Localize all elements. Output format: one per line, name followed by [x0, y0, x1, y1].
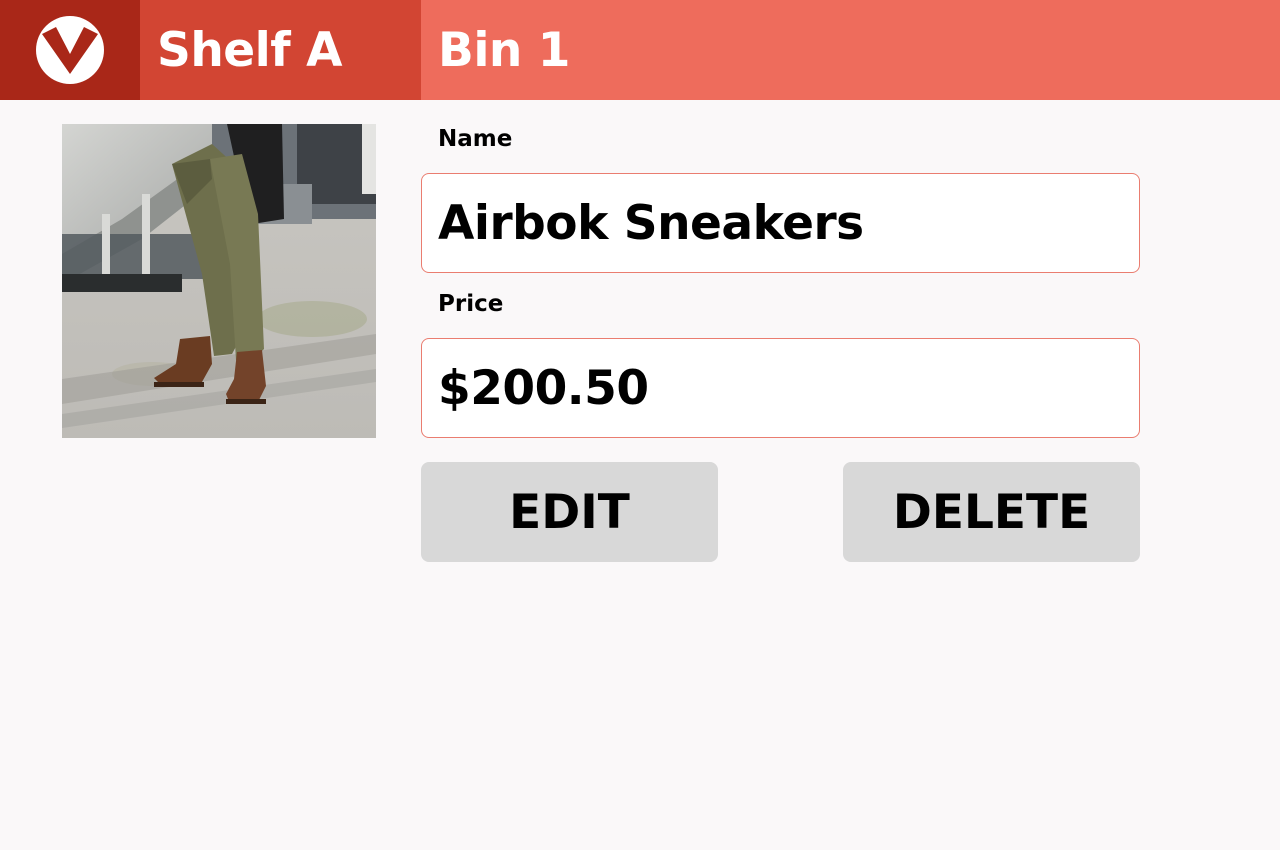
top-bar: Shelf A Bin 1 [0, 0, 1280, 100]
name-label: Name [438, 126, 513, 152]
price-value: $200.50 [438, 360, 649, 416]
breadcrumb-bin-label: Bin 1 [438, 22, 570, 78]
chevron-down-badge-icon [36, 16, 104, 84]
breadcrumb-shelf[interactable]: Shelf A [140, 0, 421, 100]
app-logo[interactable] [0, 0, 140, 100]
product-photo [62, 124, 376, 438]
name-field[interactable]: Airbok Sneakers [421, 173, 1140, 273]
delete-button[interactable]: DELETE [843, 462, 1140, 562]
delete-button-label: DELETE [892, 484, 1091, 540]
edit-button-label: EDIT [509, 484, 630, 540]
breadcrumb-bin[interactable]: Bin 1 [421, 0, 1280, 100]
price-label: Price [438, 291, 504, 317]
price-field[interactable]: $200.50 [421, 338, 1140, 438]
breadcrumb-shelf-label: Shelf A [157, 22, 342, 78]
name-value: Airbok Sneakers [438, 195, 864, 251]
edit-button[interactable]: EDIT [421, 462, 718, 562]
